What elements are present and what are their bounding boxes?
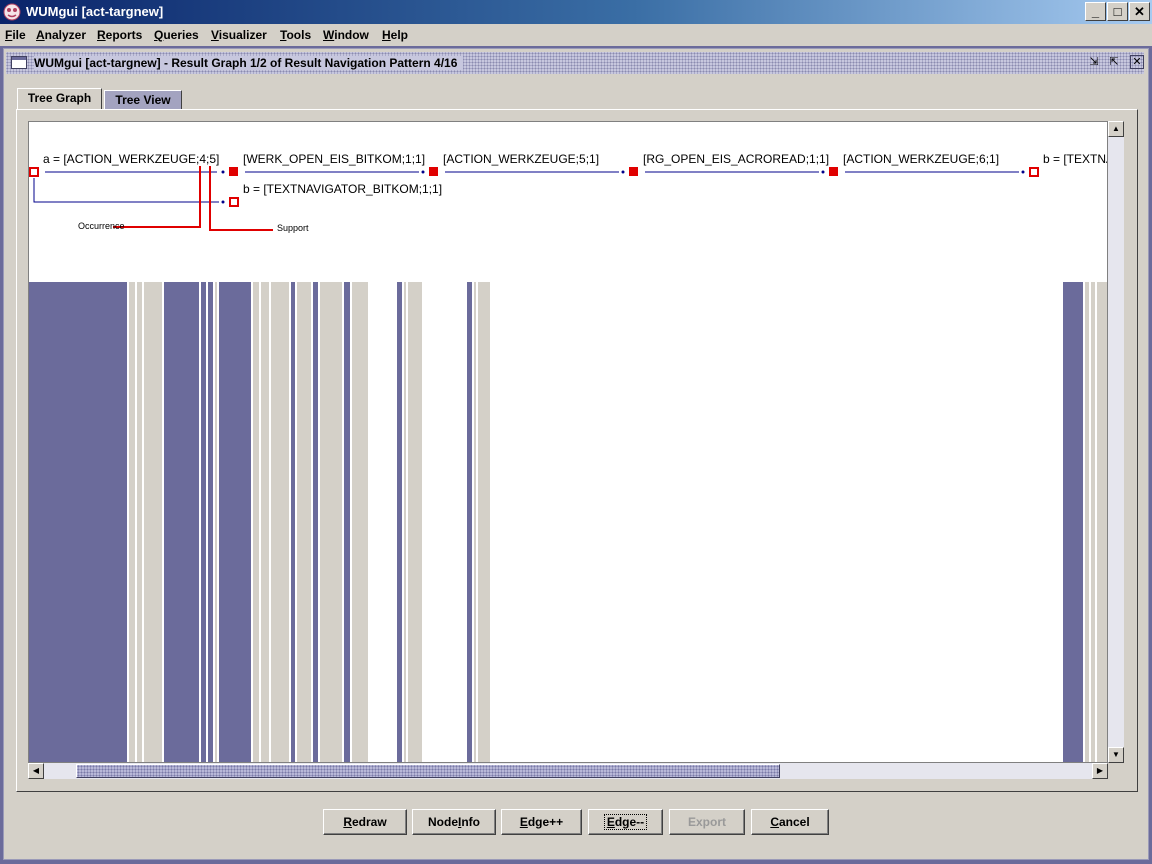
graph-edge-branch [33, 178, 219, 203]
graph-node[interactable] [229, 167, 238, 176]
node-label: [ACTION_WERKZEUGE;5;1] [443, 152, 600, 166]
horizontal-scrollbar[interactable]: ◀ ▶ [28, 763, 1108, 779]
edge-end-dot [821, 170, 825, 174]
graph-node[interactable] [429, 167, 438, 176]
occurrence-label: Occurrence [78, 221, 125, 231]
edge-end-dot [621, 170, 625, 174]
window-title: WUMgui [act-targnew] [26, 4, 164, 19]
edge-end-dot [1021, 170, 1025, 174]
graph-node[interactable] [829, 167, 838, 176]
support-pointer [209, 166, 273, 231]
menu-visualizer[interactable]: Visualizer [211, 28, 267, 42]
menu-tools[interactable]: Tools [280, 28, 311, 42]
node-label-b: b = [TEXTNAVIGATOR_BITKOM;1;1] [243, 182, 443, 196]
edge-end-dot [421, 170, 425, 174]
edge-decrease-button[interactable]: Edge-- [588, 809, 663, 835]
frame-restore-icon[interactable]: ⇱ [1106, 55, 1122, 70]
tree-graph-canvas[interactable]: a = [ACTION_WERKZEUGE;4;5] [WERK_OPEN_EI… [28, 121, 1108, 763]
maximize-icon: □ [1113, 4, 1122, 19]
vertical-scrollbar[interactable]: ▲ ▼ [1108, 121, 1124, 763]
edge-increase-button[interactable]: Edge++ [501, 809, 582, 835]
graph-node[interactable] [629, 167, 638, 176]
close-icon: ✕ [1134, 3, 1145, 19]
menu-analyzer[interactable]: Analyzer [36, 28, 86, 42]
graph-node-root[interactable] [29, 167, 39, 177]
node-label: b = [TEXTNA [1043, 152, 1108, 166]
scroll-down-icon[interactable]: ▼ [1108, 747, 1124, 763]
minimize-button[interactable]: _ [1085, 2, 1106, 21]
minimize-icon: _ [1091, 4, 1100, 19]
frame-close-icon[interactable]: ✕ [1130, 55, 1144, 69]
redraw-button[interactable]: Redraw [323, 809, 407, 835]
graph-node-leaf[interactable] [229, 197, 239, 207]
node-label: [ACTION_WERKZEUGE;6;1] [843, 152, 1000, 166]
tree-graph [29, 166, 1039, 231]
node-label: [WERK_OPEN_EIS_BITKOM;1;1] [243, 152, 426, 166]
close-button[interactable]: ✕ [1129, 2, 1150, 21]
node-label-a: a = [ACTION_WERKZEUGE;4;5] [43, 152, 220, 166]
scroll-up-icon[interactable]: ▲ [1108, 121, 1124, 137]
edge-end-dot [221, 200, 225, 204]
cancel-button[interactable]: Cancel [751, 809, 829, 835]
menu-bar: File Analyzer Reports Queries Visualizer… [0, 24, 1152, 46]
horizontal-scroll-thumb[interactable] [76, 764, 780, 778]
menu-reports[interactable]: Reports [97, 28, 142, 42]
frame-title-bar[interactable]: WUMgui [act-targnew] - Result Graph 1/2 … [6, 52, 1144, 74]
result-graph-frame: WUMgui [act-targnew] - Result Graph 1/2 … [3, 48, 1149, 860]
app-icon [3, 3, 21, 21]
menu-help[interactable]: Help [382, 28, 408, 42]
node-label: [RG_OPEN_EIS_ACROREAD;1;1] [643, 152, 830, 166]
edge-end-dot [221, 170, 225, 174]
menu-queries[interactable]: Queries [154, 28, 199, 42]
menu-window[interactable]: Window [323, 28, 369, 42]
graph-node-leaf[interactable] [1029, 167, 1039, 177]
maximize-button[interactable]: □ [1107, 2, 1128, 21]
support-label: Support [277, 223, 309, 233]
export-button[interactable]: Export [669, 809, 745, 835]
menu-file[interactable]: File [5, 28, 26, 42]
tab-tree-view[interactable]: Tree View [104, 90, 182, 110]
window-title-bar[interactable]: WUMgui [act-targnew] _ □ ✕ [0, 0, 1152, 24]
frame-iconify-icon[interactable]: ⇲ [1086, 55, 1102, 70]
frame-icon [11, 56, 27, 69]
nodeinfo-button[interactable]: NodeInfo [412, 809, 496, 835]
occurrence-pointer [113, 166, 201, 228]
tab-tree-graph[interactable]: Tree Graph [17, 88, 102, 110]
scroll-right-icon[interactable]: ▶ [1092, 763, 1108, 779]
frame-title: WUMgui [act-targnew] - Result Graph 1/2 … [34, 56, 464, 70]
scroll-left-icon[interactable]: ◀ [28, 763, 44, 779]
